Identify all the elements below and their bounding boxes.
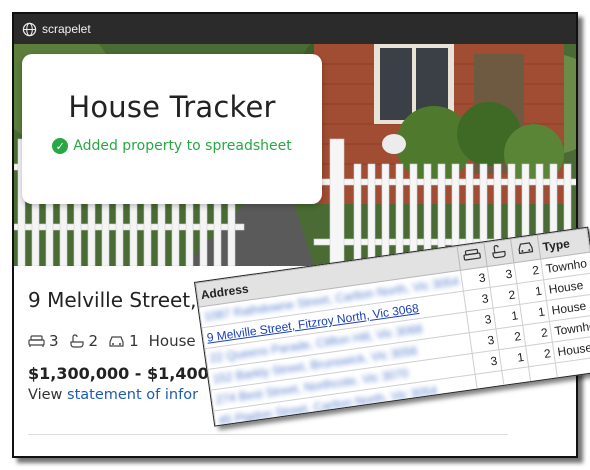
car-icon [109,336,124,347]
price-range: $1,300,000 - $1,400, [28,364,215,383]
app-name: scrapelet [42,22,91,36]
statement-of-information-link[interactable]: statement of infor [67,387,198,403]
parking-feature: 1 [108,332,139,350]
success-message: ✓ Added property to spreadsheet [22,138,322,154]
bath-icon [492,244,506,258]
house-tracker-card: House Tracker ✓ Added property to spread… [22,54,322,204]
statement-line: View statement of infor [28,387,198,403]
bathrooms-feature: 2 [69,332,99,350]
success-text: Added property to spreadsheet [73,138,292,154]
check-circle-icon: ✓ [52,138,69,154]
bathrooms-count: 2 [88,332,99,350]
bed-icon [28,335,45,347]
bath-icon [69,333,84,348]
statement-prefix: View [28,387,68,403]
parking-count: 1 [129,332,139,350]
bedrooms-feature: 3 [28,332,59,350]
property-type: House [148,332,196,350]
car-icon [518,242,534,255]
card-title: House Tracker [68,90,276,124]
divider [28,434,508,435]
title-bar: scrapelet [14,14,576,44]
bedrooms-count: 3 [49,332,59,350]
bed-icon [463,248,482,261]
globe-icon [22,22,37,36]
listing-features: 3 2 1 House [28,332,196,350]
